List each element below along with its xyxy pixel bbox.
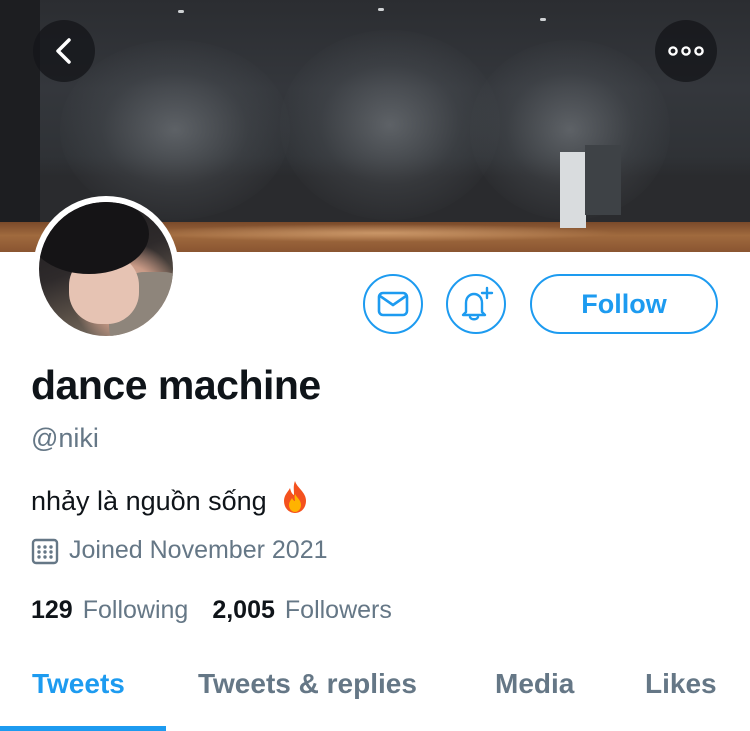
- banner-shadow: [0, 0, 40, 222]
- follow-button-label: Follow: [581, 288, 667, 319]
- tab-tweets-and-replies[interactable]: Tweets & replies: [198, 668, 417, 700]
- banner-light: [280, 30, 500, 220]
- followers-label: Followers: [284, 596, 392, 624]
- banner-speaker: [585, 145, 621, 215]
- banner-ceiling-light: [378, 8, 384, 11]
- message-button[interactable]: [363, 274, 423, 334]
- tab-likes[interactable]: Likes: [645, 668, 717, 700]
- followers-stat[interactable]: 2,005 Followers: [212, 596, 392, 625]
- profile-tabs: Tweets Tweets & replies Media Likes: [0, 660, 750, 731]
- following-stat[interactable]: 129 Following: [31, 596, 188, 625]
- following-label: Following: [82, 596, 189, 624]
- active-tab-indicator: [0, 726, 166, 731]
- more-horizontal-icon: [668, 46, 704, 56]
- more-options-button[interactable]: [655, 20, 717, 82]
- followers-count: 2,005: [212, 596, 275, 624]
- follow-button[interactable]: Follow: [530, 274, 718, 334]
- banner-light: [60, 40, 290, 220]
- calendar-icon: [31, 538, 59, 564]
- profile-stats: 129 Following 2,005 Followers: [31, 596, 416, 625]
- fire-emoji-icon: [280, 480, 310, 521]
- banner-ceiling-light: [540, 18, 546, 21]
- bio: nhảy là nguồn sống: [31, 480, 310, 521]
- avatar-frame[interactable]: [33, 196, 179, 342]
- join-date: Joined November 2021: [31, 536, 328, 565]
- banner-floor-shine: [140, 224, 620, 242]
- bell-plus-icon: [461, 286, 494, 321]
- bio-text: nhảy là nguồn sống: [31, 486, 267, 516]
- back-button[interactable]: [33, 20, 95, 82]
- join-date-text: Joined November 2021: [69, 536, 328, 564]
- tab-tweets[interactable]: Tweets: [32, 668, 125, 700]
- envelope-icon: [377, 291, 409, 317]
- avatar[interactable]: [39, 202, 173, 336]
- display-name: dance machine: [31, 362, 321, 408]
- banner-speaker: [560, 152, 586, 228]
- banner-ceiling-light: [178, 10, 184, 13]
- chevron-left-icon: [56, 38, 71, 64]
- tab-media[interactable]: Media: [495, 668, 574, 700]
- notifications-button[interactable]: [446, 274, 506, 334]
- following-count: 129: [31, 596, 73, 624]
- avatar-hair: [39, 202, 149, 274]
- user-handle: @niki: [31, 423, 99, 453]
